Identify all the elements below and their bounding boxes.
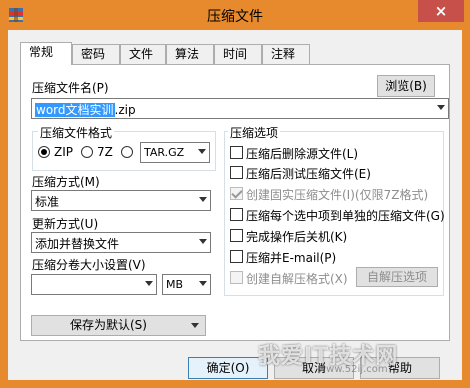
tar-format-value: TAR.GZ [144,146,185,159]
archive-name-extension: .zip [114,103,136,117]
method-value: 标准 [35,195,60,209]
format-group-title: 压缩文件格式 [38,124,115,141]
tab-algorithm[interactable]: 算法 [166,44,214,64]
shutdown-label: 完成操作后关机(K) [246,230,348,244]
test-archive-label: 压缩后测试压缩文件(E) [246,167,371,181]
dropdown-arrow-icon[interactable] [191,323,199,328]
archive-name-input[interactable]: word文档实训.zip [31,98,449,119]
title-bar: 压缩文件 × [0,0,470,30]
tab-password[interactable]: 密码 [72,44,120,64]
solid-archive-checkbox[interactable] [230,187,243,200]
update-value: 添加并替换文件 [35,237,120,251]
chevron-down-icon[interactable] [198,149,206,154]
update-label: 更新方式(U) [32,217,99,231]
archive-name-label: 压缩文件名(P) [32,81,109,95]
delete-source-label: 压缩后删除源文件(L) [246,147,359,161]
method-label: 压缩方式(M) [32,175,100,189]
sfx-checkbox[interactable] [230,271,243,284]
delete-source-checkbox[interactable] [230,146,243,159]
split-size-label: 压缩分卷大小设置(V) [32,258,146,272]
window-title: 压缩文件 [207,9,263,25]
split-unit-value: MB [166,278,184,291]
sfx-label: 创建自解压格式(X) [246,272,348,286]
archive-name-selected-text: word文档实训 [35,103,115,117]
format-zip-label: ZIP [54,145,73,159]
method-select[interactable]: 标准 [31,190,211,211]
options-group-title: 压缩选项 [228,124,281,141]
split-size-input[interactable] [31,274,157,295]
chevron-down-icon[interactable] [199,239,207,244]
separate-archives-checkbox[interactable] [230,208,243,221]
watermark-url: www.52ij.com [318,364,388,375]
update-select[interactable]: 添加并替换文件 [31,232,211,253]
email-checkbox[interactable] [230,250,243,263]
sfx-options-button[interactable]: 自解压选项 [356,267,438,287]
chevron-down-icon[interactable] [437,105,445,110]
browse-button[interactable]: 浏览(B) [377,75,435,97]
test-archive-checkbox[interactable] [230,166,243,179]
separate-archives-label: 压缩每个选中项到单独的压缩文件(G) [246,209,445,223]
close-button[interactable]: × [418,0,464,22]
tab-comment[interactable]: 注释 [262,44,310,64]
format-7z-label: 7Z [97,145,113,159]
chevron-down-icon[interactable] [199,281,207,286]
format-zip-radio[interactable] [38,146,50,158]
chevron-down-icon[interactable] [199,197,207,202]
format-tar-radio[interactable] [121,146,133,158]
solid-archive-label: 创建固实压缩文件(I)(仅限7Z格式) [246,188,429,202]
tab-files[interactable]: 文件 [120,44,166,64]
email-label: 压缩并E-mail(P) [246,251,337,265]
ok-button[interactable]: 确定(O) [188,357,268,379]
shutdown-checkbox[interactable] [230,229,243,242]
format-7z-radio[interactable] [81,146,93,158]
save-default-label: 保存为默认(S) [70,318,147,332]
chevron-down-icon[interactable] [145,281,153,286]
tab-general[interactable]: 常规 [20,42,72,65]
save-default-button[interactable]: 保存为默认(S) [31,315,206,336]
tar-format-select[interactable]: TAR.GZ [140,142,210,163]
split-unit-select[interactable]: MB [162,274,211,295]
tab-time[interactable]: 时间 [214,44,262,64]
